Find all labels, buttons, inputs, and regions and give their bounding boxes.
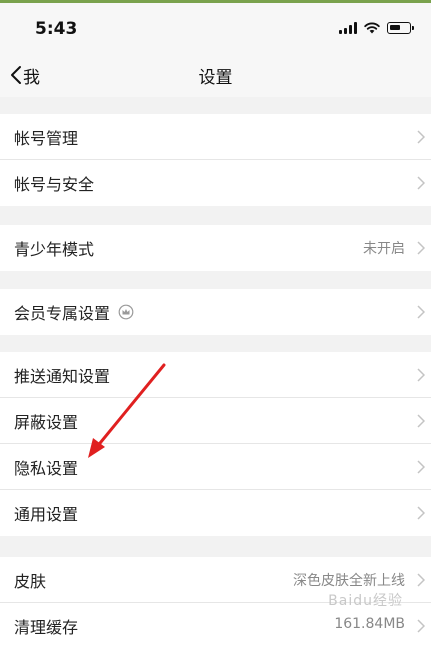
row-value: 未开启 (363, 241, 405, 257)
chevron-right-icon (417, 619, 425, 633)
page-title: 设置 (198, 68, 233, 88)
row-privacy-settings[interactable]: 隐私设置 (0, 444, 431, 490)
row-label: 帐号管理 (14, 128, 79, 148)
chevron-right-icon (417, 130, 425, 144)
row-general-settings[interactable]: 通用设置 (0, 490, 431, 536)
row-label: 清理缓存 (14, 618, 79, 637)
row-label: 通用设置 (14, 505, 79, 524)
row-teen-mode[interactable]: 青少年模式 未开启 (0, 225, 431, 271)
row-label: 会员专属设置 (14, 304, 111, 323)
status-bar: 5:43 (0, 3, 431, 53)
row-value: 深色皮肤全新上线 (293, 573, 405, 589)
row-push-notifications[interactable]: 推送通知设置 (0, 352, 431, 398)
settings-group-general: 推送通知设置 屏蔽设置 隐私设置 通用设置 (0, 352, 431, 536)
chevron-right-icon (417, 176, 425, 190)
row-label: 屏蔽设置 (14, 412, 79, 432)
status-icons (339, 22, 414, 34)
chevron-right-icon (417, 368, 425, 382)
status-time: 5:43 (35, 19, 78, 39)
wifi-icon (364, 22, 380, 34)
chevron-right-icon (417, 573, 425, 587)
row-label: 帐号与安全 (14, 175, 95, 194)
row-label: 青少年模式 (14, 240, 95, 259)
cellular-signal-icon (339, 22, 357, 34)
chevron-right-icon (417, 506, 425, 520)
row-label: 皮肤 (14, 571, 47, 591)
settings-group-vip: 会员专属设置 (0, 289, 431, 335)
chevron-right-icon (417, 241, 425, 255)
settings-group-account: 帐号管理 帐号与安全 (0, 114, 431, 206)
chevron-right-icon (417, 305, 425, 319)
chevron-right-icon (417, 414, 425, 428)
vip-crown-icon (118, 304, 134, 320)
row-account-security[interactable]: 帐号与安全 (0, 160, 431, 206)
battery-icon (387, 22, 414, 34)
row-account-management[interactable]: 帐号管理 (0, 114, 431, 160)
settings-group-teen: 青少年模式 未开启 (0, 225, 431, 271)
row-label: 隐私设置 (14, 458, 79, 478)
row-block-settings[interactable]: 屏蔽设置 (0, 398, 431, 444)
row-vip-settings[interactable]: 会员专属设置 (0, 289, 431, 335)
nav-bar: 我 设置 (0, 53, 431, 97)
row-label: 推送通知设置 (14, 366, 111, 386)
row-value: 161.84MB (334, 616, 405, 632)
watermark: Baidu经验 (328, 593, 403, 609)
chevron-right-icon (417, 460, 425, 474)
